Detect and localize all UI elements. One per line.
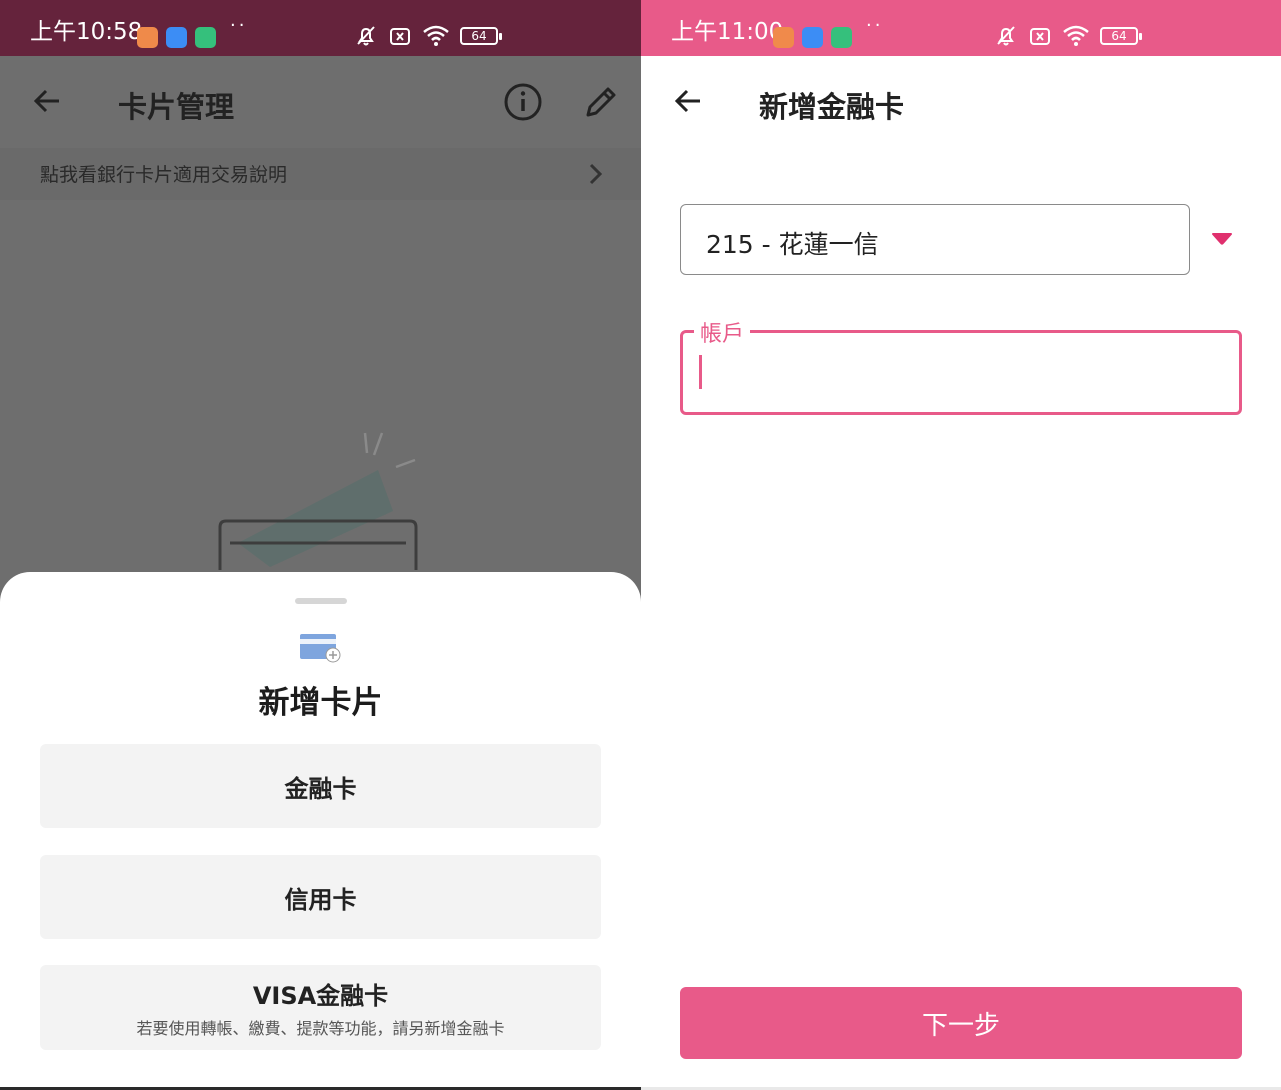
text-cursor — [699, 355, 702, 389]
battery-indicator: 64 — [460, 27, 502, 45]
sheet-drag-handle[interactable] — [295, 598, 347, 604]
next-step-button[interactable]: 下一步 — [680, 987, 1242, 1059]
more-notifications-icon: ·· — [866, 15, 884, 36]
add-debit-card-screen: 上午11:00 ·· 64 新增金融卡 215 - 花蓮一信 帳戶 下一步 — [641, 0, 1281, 1090]
info-button[interactable] — [502, 81, 544, 123]
page-title: 新增金融卡 — [759, 90, 905, 124]
option-visa-debit-card[interactable]: VISA金融卡 若要使用轉帳、繳費、提款等功能，請另新增金融卡 — [40, 965, 601, 1050]
app-notification-icon — [166, 27, 187, 48]
arrow-left-icon — [674, 89, 700, 113]
status-bar: 上午11:00 ·· 64 — [641, 0, 1281, 56]
app-notification-icon — [137, 27, 158, 48]
app-notification-icon — [195, 27, 216, 48]
status-right-icons: 64 — [354, 24, 502, 48]
wifi-icon — [423, 25, 449, 46]
more-notifications-icon: ·· — [230, 15, 248, 36]
account-input[interactable] — [680, 330, 1242, 415]
no-sim-icon — [1030, 28, 1050, 45]
transaction-info-text: 點我看銀行卡片適用交易說明 — [40, 164, 288, 186]
option-credit-card[interactable]: 信用卡 — [40, 855, 601, 939]
back-button[interactable] — [671, 84, 705, 118]
status-time: 上午10:58 — [30, 19, 143, 45]
bank-select-value: 215 - 花蓮一信 — [706, 230, 879, 259]
status-time: 上午11:00 — [671, 19, 784, 45]
triangle-down-icon[interactable] — [1211, 232, 1233, 246]
option-label: 信用卡 — [284, 885, 357, 914]
pencil-icon — [586, 87, 616, 117]
status-right-icons: 64 — [994, 24, 1142, 48]
bank-select[interactable]: 215 - 花蓮一信 — [680, 204, 1190, 275]
status-bar: 上午10:58 ·· 64 — [0, 0, 641, 56]
account-field-label: 帳戶 — [694, 316, 751, 348]
option-label: VISA金融卡 — [252, 982, 389, 1010]
edit-button[interactable] — [581, 82, 621, 122]
status-app-icons — [137, 27, 216, 48]
screen-pair: 上午10:58 ·· 64 卡片管理 點我看銀行卡片適用交易說明 新增卡片 金融… — [0, 0, 1281, 1090]
arrow-left-icon — [33, 89, 59, 113]
add-card-icon — [300, 634, 341, 663]
chevron-right-icon — [589, 163, 603, 185]
app-notification-icon — [831, 27, 852, 48]
app-bar — [0, 56, 641, 148]
wifi-icon — [1063, 25, 1089, 46]
option-debit-card[interactable]: 金融卡 — [40, 744, 601, 828]
app-notification-icon — [773, 27, 794, 48]
option-note: 若要使用轉帳、繳費、提款等功能，請另新增金融卡 — [136, 1019, 505, 1038]
status-app-icons — [773, 27, 852, 48]
info-circle-icon — [504, 83, 542, 121]
battery-indicator: 64 — [1100, 27, 1142, 45]
mute-bell-icon — [997, 26, 1015, 46]
option-label: 金融卡 — [284, 774, 357, 803]
sheet-title: 新增卡片 — [258, 685, 383, 721]
page-title: 卡片管理 — [118, 90, 235, 124]
app-notification-icon — [802, 27, 823, 48]
no-sim-icon — [390, 28, 410, 45]
card-management-screen: 上午10:58 ·· 64 卡片管理 點我看銀行卡片適用交易說明 新增卡片 金融… — [0, 0, 641, 1090]
mute-bell-icon — [357, 26, 375, 46]
empty-cards-illustration — [218, 432, 418, 570]
back-button[interactable] — [30, 84, 64, 118]
